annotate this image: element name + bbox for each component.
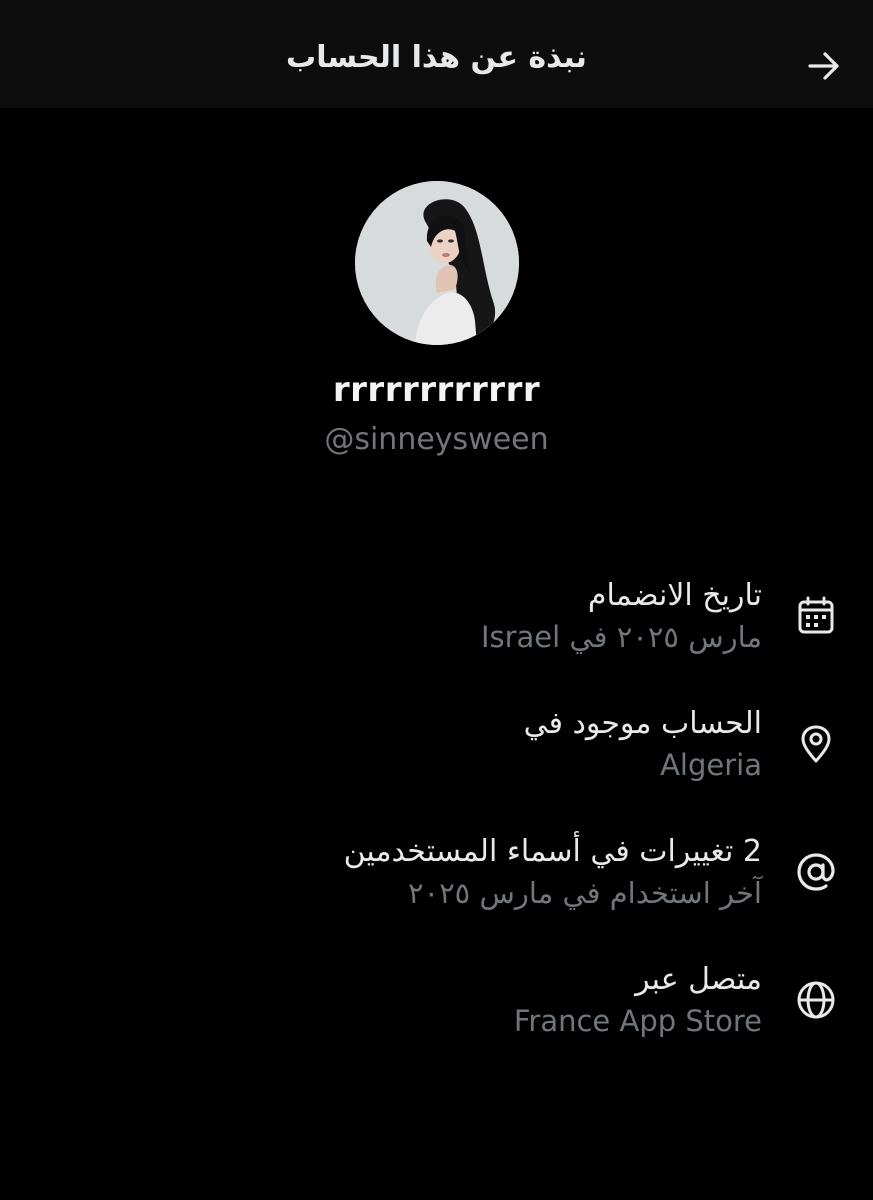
- connected-via-label: متصل عبر: [635, 962, 762, 997]
- username-changes-value: آخر استخدام في مارس ٢٠٢٥: [407, 876, 762, 910]
- account-location-label: الحساب موجود في: [523, 706, 762, 741]
- join-date-label: تاريخ الانضمام: [587, 578, 762, 613]
- back-button[interactable]: [796, 38, 852, 94]
- join-date-row: تاريخ الانضمام مارس ٢٠٢٥ في Israel: [0, 578, 873, 688]
- account-location-value: Algeria: [660, 748, 762, 782]
- account-location-row: الحساب موجود في Algeria: [0, 706, 873, 816]
- arrow-right-icon: [808, 52, 839, 80]
- username-changes-row: 2 تغييرات في أسماء المستخدمين آخر استخدا…: [0, 834, 873, 944]
- globe-icon: [792, 976, 840, 1024]
- at-sign-icon: [792, 848, 840, 896]
- display-name: rrrrrrrrrrrr: [332, 370, 541, 410]
- profile-photo: [355, 181, 519, 345]
- top-bar: نبذة عن هذا الحساب: [0, 0, 873, 108]
- calendar-icon: [792, 592, 840, 640]
- page-title: نبذة عن هذا الحساب: [286, 40, 587, 75]
- username-handle: @sinneysween: [324, 422, 549, 457]
- location-pin-icon: [792, 720, 840, 768]
- avatar[interactable]: [355, 181, 519, 345]
- username-changes-label: 2 تغييرات في أسماء المستخدمين: [343, 834, 762, 869]
- join-date-value: مارس ٢٠٢٥ في Israel: [480, 620, 762, 654]
- connected-via-row: متصل عبر France App Store: [0, 962, 873, 1072]
- connected-via-value: France App Store: [513, 1004, 762, 1038]
